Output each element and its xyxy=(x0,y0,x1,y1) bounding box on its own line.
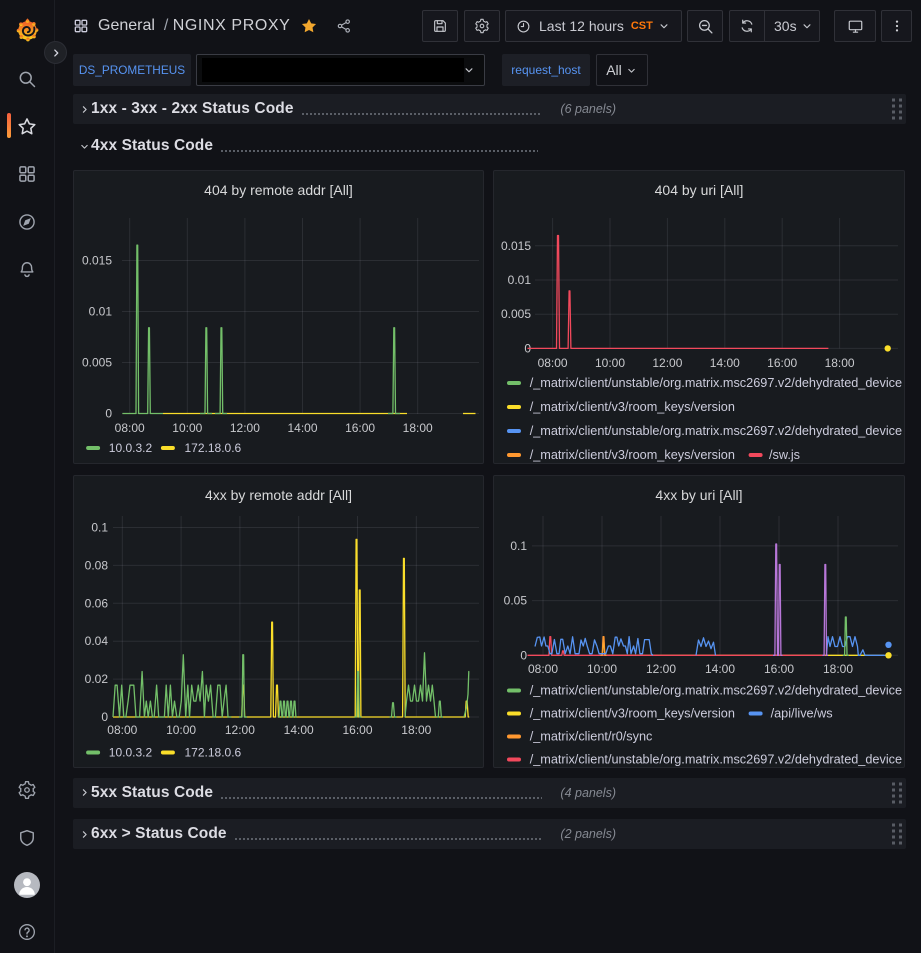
svg-text:08:00: 08:00 xyxy=(538,356,568,370)
svg-text:0: 0 xyxy=(101,710,108,724)
svg-text:/_matrix/client/unstable/org.m: /_matrix/client/unstable/org.matrix.msc2… xyxy=(530,752,902,766)
svg-text:0: 0 xyxy=(105,407,112,421)
svg-text:0.005: 0.005 xyxy=(82,356,112,370)
svg-text:16:00: 16:00 xyxy=(345,421,375,435)
svg-text:10:00: 10:00 xyxy=(595,356,625,370)
svg-text:12:00: 12:00 xyxy=(225,723,255,737)
svg-text:0.08: 0.08 xyxy=(85,558,109,572)
svg-text:0.01: 0.01 xyxy=(89,305,113,319)
svg-text:18:00: 18:00 xyxy=(823,662,853,676)
svg-text:0.005: 0.005 xyxy=(501,307,531,321)
svg-text:172.18.0.6: 172.18.0.6 xyxy=(185,745,242,759)
svg-text:08:00: 08:00 xyxy=(528,662,558,676)
svg-text:0.04: 0.04 xyxy=(85,634,109,648)
svg-text:18:00: 18:00 xyxy=(825,356,855,370)
svg-text:10:00: 10:00 xyxy=(172,421,202,435)
svg-text:0.01: 0.01 xyxy=(508,273,532,287)
svg-text:18:00: 18:00 xyxy=(401,723,431,737)
svg-text:0.06: 0.06 xyxy=(85,596,109,610)
svg-text:/_matrix/client/r0/sync: /_matrix/client/r0/sync xyxy=(530,729,653,743)
svg-text:/_matrix/client/v3/room_keys/v: /_matrix/client/v3/room_keys/version xyxy=(530,400,735,414)
svg-text:10.0.3.2: 10.0.3.2 xyxy=(109,441,153,455)
svg-text:14:00: 14:00 xyxy=(710,356,740,370)
svg-text:/_matrix/client/v3/room_keys/v: /_matrix/client/v3/room_keys/version xyxy=(530,448,735,462)
svg-text:/api/live/ws: /api/live/ws xyxy=(771,706,833,720)
svg-text:10:00: 10:00 xyxy=(587,662,617,676)
svg-text:16:00: 16:00 xyxy=(764,662,794,676)
svg-text:14:00: 14:00 xyxy=(287,421,317,435)
svg-text:12:00: 12:00 xyxy=(230,421,260,435)
svg-text:0.015: 0.015 xyxy=(501,239,531,253)
svg-text:10:00: 10:00 xyxy=(166,723,196,737)
svg-text:0.05: 0.05 xyxy=(504,593,528,607)
svg-text:08:00: 08:00 xyxy=(107,723,137,737)
svg-text:12:00: 12:00 xyxy=(652,356,682,370)
svg-text:/_matrix/client/v3/room_keys/v: /_matrix/client/v3/room_keys/version xyxy=(530,706,735,720)
svg-text:/_matrix/client/unstable/org.m: /_matrix/client/unstable/org.matrix.msc2… xyxy=(530,683,902,697)
svg-text:0.1: 0.1 xyxy=(510,538,527,552)
svg-text:172.18.0.6: 172.18.0.6 xyxy=(185,441,242,455)
svg-text:0.1: 0.1 xyxy=(91,520,108,534)
svg-text:0.02: 0.02 xyxy=(85,672,109,686)
svg-text:14:00: 14:00 xyxy=(705,662,735,676)
svg-text:16:00: 16:00 xyxy=(767,356,797,370)
svg-text:/sw.js: /sw.js xyxy=(769,448,800,462)
svg-text:08:00: 08:00 xyxy=(115,421,145,435)
svg-text:16:00: 16:00 xyxy=(342,723,372,737)
svg-text:18:00: 18:00 xyxy=(403,421,433,435)
svg-text:10.0.3.2: 10.0.3.2 xyxy=(109,745,153,759)
svg-text:/_matrix/client/unstable/org.m: /_matrix/client/unstable/org.matrix.msc2… xyxy=(530,376,902,390)
svg-text:14:00: 14:00 xyxy=(284,723,314,737)
svg-text:0: 0 xyxy=(520,648,527,662)
svg-text:0.015: 0.015 xyxy=(82,254,112,268)
svg-text:12:00: 12:00 xyxy=(646,662,676,676)
svg-text:/_matrix/client/unstable/org.m: /_matrix/client/unstable/org.matrix.msc2… xyxy=(530,424,902,438)
